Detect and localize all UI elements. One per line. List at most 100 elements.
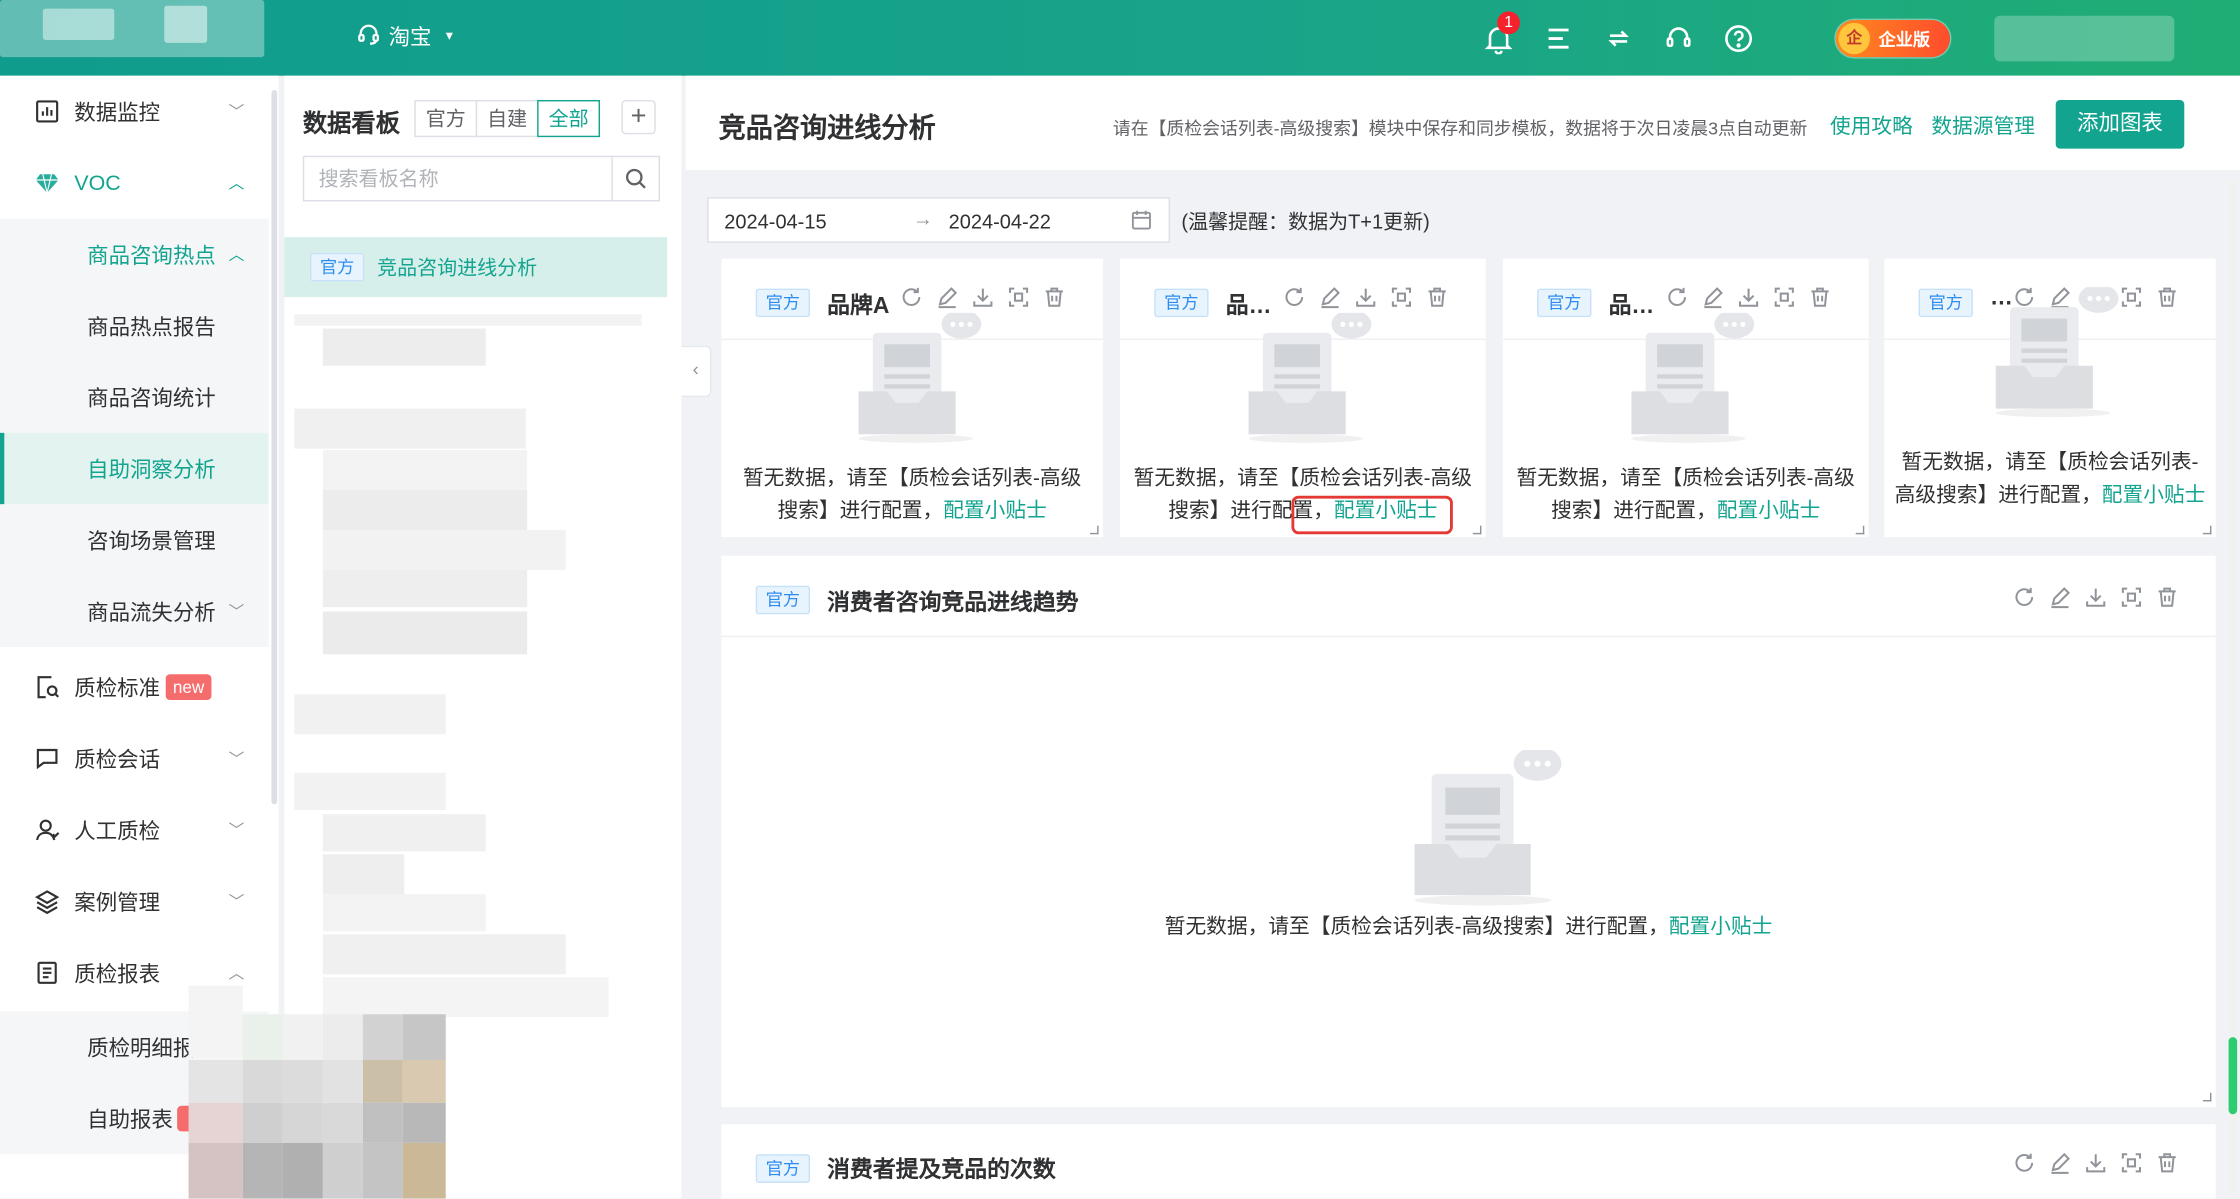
delete-icon[interactable] (1809, 286, 1832, 309)
add-chart-button[interactable]: 添加图表 (2055, 99, 2185, 149)
chevron-down-icon: ▾ (445, 28, 453, 45)
date-end[interactable]: 2024-04-22 (949, 210, 1051, 233)
sidebar-item-voc[interactable]: VOC ︿ (0, 147, 269, 218)
delete-icon[interactable] (1426, 286, 1449, 309)
edit-icon[interactable] (2049, 586, 2072, 609)
download-icon[interactable] (2084, 586, 2107, 609)
enterprise-badge[interactable]: 企 企业版 (1835, 19, 1950, 58)
download-icon[interactable] (971, 286, 994, 309)
chart-icon (34, 99, 60, 125)
sidebar-item-manual-qc[interactable]: 人工质检 ﹀ (0, 794, 269, 865)
tab-official[interactable]: 官方 (414, 99, 478, 138)
guide-link[interactable]: 使用攻略 (1830, 110, 1913, 140)
obscured-board-item[interactable] (322, 934, 566, 975)
config-tips-link[interactable]: 配置小贴士 (2102, 484, 2206, 507)
menu-list-icon[interactable] (1543, 23, 1574, 54)
delete-icon[interactable] (2156, 286, 2179, 309)
edit-icon[interactable] (936, 286, 959, 309)
help-icon[interactable] (1723, 23, 1754, 54)
config-tips-link[interactable]: 配置小贴士 (943, 500, 1047, 523)
enterprise-icon: 企 (1838, 22, 1870, 55)
datasource-link[interactable]: 数据源管理 (1931, 110, 2035, 140)
obscured-board-item[interactable] (294, 772, 446, 810)
sidebar-item-self-insight[interactable]: 自助洞察分析 (0, 432, 269, 505)
delete-icon[interactable] (1043, 286, 1066, 309)
obscured-board-item[interactable] (322, 529, 566, 570)
edit-icon[interactable] (2049, 1151, 2072, 1174)
fullscreen-icon[interactable] (2120, 586, 2143, 609)
obscured-board-item[interactable] (322, 569, 528, 608)
shop-switcher[interactable]: 淘宝 ▾ (357, 21, 453, 51)
sidebar-item-case-manage[interactable]: 案例管理 ﹀ (0, 866, 269, 937)
sidebar-item-hot-report[interactable]: 商品热点报告 (0, 289, 269, 362)
empty-message: 暂无数据，请至【质检会话列表-高级搜索】进行配置，配置小贴士 (1516, 467, 1855, 523)
refresh-icon[interactable] (2013, 1151, 2036, 1174)
obscured-board-item[interactable] (322, 611, 528, 655)
obscured-board-item[interactable] (294, 408, 526, 449)
add-board-button[interactable]: + (621, 99, 656, 135)
card-toolbar (1283, 286, 1449, 309)
delete-icon[interactable] (2156, 1151, 2179, 1174)
switch-icon[interactable] (1603, 23, 1634, 54)
obscured-region (188, 985, 446, 1199)
delete-icon[interactable] (2156, 586, 2179, 609)
refresh-icon[interactable] (900, 286, 923, 309)
refresh-icon[interactable] (1666, 286, 1689, 309)
sidebar-scrollbar[interactable] (271, 89, 278, 805)
fullscreen-icon[interactable] (2120, 1151, 2143, 1174)
sidebar-item-churn-analysis[interactable]: 商品流失分析 ﹀ (0, 575, 269, 648)
sidebar-item-product-hot[interactable]: 商品咨询热点 ︿ (0, 218, 269, 290)
resize-handle[interactable] (2202, 525, 2212, 535)
config-tips-link[interactable]: 配置小贴士 (1717, 500, 1821, 523)
sidebar-item-qc-standard[interactable]: 质检标准 new (0, 651, 269, 722)
calendar-icon[interactable] (1130, 209, 1153, 232)
main-scrollbar[interactable] (2228, 179, 2238, 1199)
config-tips-link[interactable]: 配置小贴士 (1669, 916, 1773, 939)
edit-icon[interactable] (1701, 286, 1724, 309)
chart-card: 官方 … 暂无数据，请至【质检会话列表-高级搜索】进行配置，配置小贴士 (1884, 258, 2216, 538)
obscured-board-item[interactable] (322, 489, 528, 530)
board-search-input[interactable] (304, 157, 612, 200)
empty-message: 暂无数据，请至【质检会话列表-高级搜索】进行配置，配置小贴士 (742, 467, 1082, 523)
user-avatar[interactable] (1994, 15, 2175, 62)
scrollbar-thumb[interactable] (2228, 1037, 2238, 1115)
fullscreen-icon[interactable] (1390, 286, 1413, 309)
official-tag: 官方 (1537, 288, 1592, 318)
date-start[interactable]: 2024-04-15 (724, 210, 826, 233)
date-range-picker[interactable]: 2024-04-15 → 2024-04-22 (707, 197, 1170, 243)
diamond-icon (34, 170, 60, 196)
empty-state-illustration (1397, 746, 1568, 914)
support-icon[interactable] (1663, 23, 1694, 54)
fullscreen-icon[interactable] (1007, 286, 1030, 309)
resize-handle[interactable] (1855, 525, 1865, 535)
board-item[interactable]: 官方 竞品咨询进线分析 (284, 237, 668, 298)
resize-handle[interactable] (1472, 525, 1482, 535)
sidebar-item-consult-stats[interactable]: 商品咨询统计 (0, 361, 269, 433)
download-icon[interactable] (1737, 286, 1760, 309)
sidebar-item-scene-manage[interactable]: 咨询场景管理 (0, 504, 269, 576)
collapse-panel-button[interactable]: ‹ (681, 345, 712, 398)
sidebar-item-data-monitor[interactable]: 数据监控 ﹀ (0, 76, 269, 147)
obscured-board-item[interactable] (322, 854, 405, 895)
tab-custom[interactable]: 自建 (475, 99, 539, 138)
resize-handle[interactable] (2202, 1092, 2212, 1102)
obscured-board-item[interactable] (294, 314, 642, 326)
obscured-board-item[interactable] (294, 694, 446, 735)
obscured-board-item[interactable] (322, 894, 486, 932)
obscured-board-item[interactable] (322, 449, 528, 493)
obscured-board-item[interactable] (322, 814, 486, 852)
refresh-icon[interactable] (2013, 586, 2036, 609)
main-header: 竞品咨询进线分析 请在【质检会话列表-高级搜索】模块中保存和同步模板，数据将于次… (685, 75, 2240, 170)
edit-icon[interactable] (1319, 286, 1342, 309)
download-icon[interactable] (2084, 1151, 2107, 1174)
update-tip: (温馨提醒：数据为T+1更新) (1181, 209, 1430, 233)
sidebar-item-qc-session[interactable]: 质检会话 ﹀ (0, 723, 269, 794)
report-icon (34, 960, 60, 986)
tab-all[interactable]: 全部 (537, 99, 600, 138)
fullscreen-icon[interactable] (1773, 286, 1796, 309)
resize-handle[interactable] (1089, 525, 1099, 535)
search-icon[interactable] (611, 157, 658, 200)
download-icon[interactable] (1354, 286, 1377, 309)
obscured-board-item[interactable] (322, 328, 486, 366)
refresh-icon[interactable] (1283, 286, 1306, 309)
